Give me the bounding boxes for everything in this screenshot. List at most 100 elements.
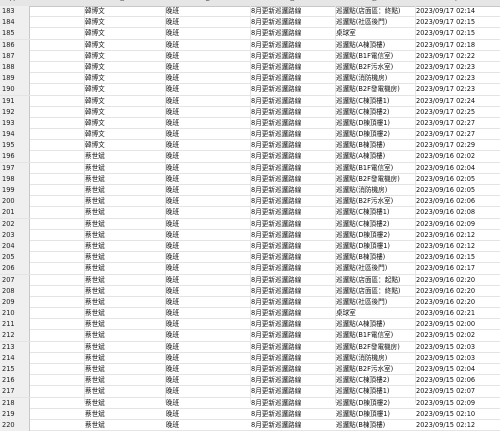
- timestamp-cell[interactable]: 2023/09/16 02:12: [416, 230, 500, 241]
- row-number[interactable]: 203: [0, 229, 30, 241]
- checkpoint-cell[interactable]: 巡邏點(消防機房): [336, 185, 420, 196]
- guard-name-cell[interactable]: 蔡世斌: [85, 398, 165, 409]
- row-number[interactable]: 185: [0, 28, 30, 40]
- timestamp-cell[interactable]: 2023/09/15 02:03: [416, 342, 500, 353]
- shift-cell[interactable]: 晚班: [166, 96, 250, 107]
- checkpoint-cell[interactable]: 巡邏點(社區後門): [336, 17, 420, 28]
- row-number[interactable]: 197: [0, 162, 30, 174]
- shift-cell[interactable]: 晚班: [166, 330, 250, 341]
- column-header-e[interactable]: E: [372, 0, 377, 3]
- timestamp-cell[interactable]: 2023/09/17 02:23: [416, 73, 500, 84]
- checkpoint-cell[interactable]: 桌球室: [336, 308, 420, 319]
- checkpoint-cell[interactable]: 巡邏點(B棟頂樓): [336, 140, 420, 151]
- checkpoint-cell[interactable]: 巡邏點(D棟頂樓2): [336, 129, 420, 140]
- route-cell[interactable]: 8月更新巡邏路線: [251, 62, 335, 73]
- timestamp-cell[interactable]: 2023/09/16 02:20: [416, 297, 500, 308]
- guard-name-cell[interactable]: 韓博文: [85, 84, 165, 95]
- timestamp-cell[interactable]: 2023/09/16 02:15: [416, 252, 500, 263]
- checkpoint-cell[interactable]: 巡邏點(B2F發電機房): [336, 84, 420, 95]
- row-number[interactable]: 186: [0, 39, 30, 51]
- route-cell[interactable]: 8月更新巡邏路線: [251, 286, 335, 297]
- timestamp-cell[interactable]: 2023/09/15 02:12: [416, 420, 500, 431]
- guard-name-cell[interactable]: 蔡世斌: [85, 386, 165, 397]
- shift-cell[interactable]: 晚班: [166, 364, 250, 375]
- row-number[interactable]: 216: [0, 375, 30, 387]
- row-number[interactable]: 196: [0, 151, 30, 163]
- checkpoint-cell[interactable]: 巡邏點(社區後門): [336, 297, 420, 308]
- guard-name-cell[interactable]: 蔡世斌: [85, 286, 165, 297]
- shift-cell[interactable]: 晚班: [166, 6, 250, 17]
- row-number[interactable]: 204: [0, 240, 30, 252]
- checkpoint-cell[interactable]: 巡邏點(B2F發電機房): [336, 174, 420, 185]
- row-number[interactable]: 187: [0, 50, 30, 62]
- guard-name-cell[interactable]: 蔡世斌: [85, 230, 165, 241]
- timestamp-cell[interactable]: 2023/09/16 02:17: [416, 263, 500, 274]
- shift-cell[interactable]: 晚班: [166, 196, 250, 207]
- checkpoint-cell[interactable]: 巡邏點(C棟頂樓1): [336, 96, 420, 107]
- route-cell[interactable]: 8月更新巡邏路線: [251, 40, 335, 51]
- route-cell[interactable]: 8月更新巡邏路線: [251, 308, 335, 319]
- guard-name-cell[interactable]: 蔡世斌: [85, 297, 165, 308]
- shift-cell[interactable]: 晚班: [166, 219, 250, 230]
- checkpoint-cell[interactable]: 巡邏點(C棟頂樓2): [336, 375, 420, 386]
- checkpoint-cell[interactable]: 巡邏點(A棟頂樓): [336, 40, 420, 51]
- timestamp-cell[interactable]: 2023/09/15 02:03: [416, 353, 500, 364]
- timestamp-cell[interactable]: 2023/09/17 02:22: [416, 51, 500, 62]
- timestamp-cell[interactable]: 2023/09/17 02:18: [416, 40, 500, 51]
- shift-cell[interactable]: 晚班: [166, 151, 250, 162]
- row-number[interactable]: 199: [0, 185, 30, 196]
- column-header-b[interactable]: B: [120, 0, 125, 3]
- checkpoint-cell[interactable]: 巡邏點(C棟頂樓2): [336, 107, 420, 118]
- row-number[interactable]: 192: [0, 106, 30, 118]
- timestamp-cell[interactable]: 2023/09/17 02:27: [416, 129, 500, 140]
- route-cell[interactable]: 8月更新巡邏路線: [251, 185, 335, 196]
- route-cell[interactable]: 8月更新巡邏路線: [251, 28, 335, 39]
- guard-name-cell[interactable]: 韓博文: [85, 28, 165, 39]
- timestamp-cell[interactable]: 2023/09/15 02:07: [416, 386, 500, 397]
- shift-cell[interactable]: 晚班: [166, 28, 250, 39]
- guard-name-cell[interactable]: 蔡世斌: [85, 241, 165, 252]
- route-cell[interactable]: 8月更新巡邏路線: [251, 398, 335, 409]
- route-cell[interactable]: 8月更新巡邏路線: [251, 6, 335, 17]
- route-cell[interactable]: 8月更新巡邏路線: [251, 107, 335, 118]
- route-cell[interactable]: 8月更新巡邏路線: [251, 364, 335, 375]
- timestamp-cell[interactable]: 2023/09/17 02:29: [416, 140, 500, 151]
- route-cell[interactable]: 8月更新巡邏路線: [251, 297, 335, 308]
- checkpoint-cell[interactable]: 巡邏點(店面區：終點): [336, 6, 420, 17]
- shift-cell[interactable]: 晚班: [166, 84, 250, 95]
- row-number[interactable]: 210: [0, 308, 30, 320]
- guard-name-cell[interactable]: 蔡世斌: [85, 151, 165, 162]
- shift-cell[interactable]: 晚班: [166, 375, 250, 386]
- route-cell[interactable]: 8月更新巡邏路線: [251, 140, 335, 151]
- shift-cell[interactable]: 晚班: [166, 174, 250, 185]
- timestamp-cell[interactable]: 2023/09/15 02:04: [416, 364, 500, 375]
- shift-cell[interactable]: 晚班: [166, 207, 250, 218]
- checkpoint-cell[interactable]: 巡邏點(D棟頂樓2): [336, 398, 420, 409]
- timestamp-cell[interactable]: 2023/09/15 02:10: [416, 409, 500, 420]
- route-cell[interactable]: 8月更新巡邏路線: [251, 420, 335, 431]
- timestamp-cell[interactable]: 2023/09/17 02:15: [416, 17, 500, 28]
- row-number[interactable]: 219: [0, 408, 30, 420]
- shift-cell[interactable]: 晚班: [166, 107, 250, 118]
- guard-name-cell[interactable]: 蔡世斌: [85, 252, 165, 263]
- shift-cell[interactable]: 晚班: [166, 62, 250, 73]
- timestamp-cell[interactable]: 2023/09/17 02:23: [416, 84, 500, 95]
- guard-name-cell[interactable]: 蔡世斌: [85, 364, 165, 375]
- route-cell[interactable]: 8月更新巡邏路線: [251, 330, 335, 341]
- row-number[interactable]: 208: [0, 285, 30, 297]
- shift-cell[interactable]: 晚班: [166, 17, 250, 28]
- guard-name-cell[interactable]: 韓博文: [85, 107, 165, 118]
- route-cell[interactable]: 8月更新巡邏路線: [251, 241, 335, 252]
- timestamp-cell[interactable]: 2023/09/16 02:02: [416, 151, 500, 162]
- checkpoint-cell[interactable]: 巡邏點(B2F污水室): [336, 196, 420, 207]
- shift-cell[interactable]: 晚班: [166, 241, 250, 252]
- guard-name-cell[interactable]: 蔡世斌: [85, 342, 165, 353]
- row-number[interactable]: 191: [0, 95, 30, 107]
- route-cell[interactable]: 8月更新巡邏路線: [251, 409, 335, 420]
- timestamp-cell[interactable]: 2023/09/17 02:15: [416, 28, 500, 39]
- guard-name-cell[interactable]: 蔡世斌: [85, 196, 165, 207]
- checkpoint-cell[interactable]: 巡邏點(消防機房): [336, 73, 420, 84]
- row-number[interactable]: 214: [0, 352, 30, 364]
- row-number[interactable]: 209: [0, 296, 30, 308]
- guard-name-cell[interactable]: 蔡世斌: [85, 330, 165, 341]
